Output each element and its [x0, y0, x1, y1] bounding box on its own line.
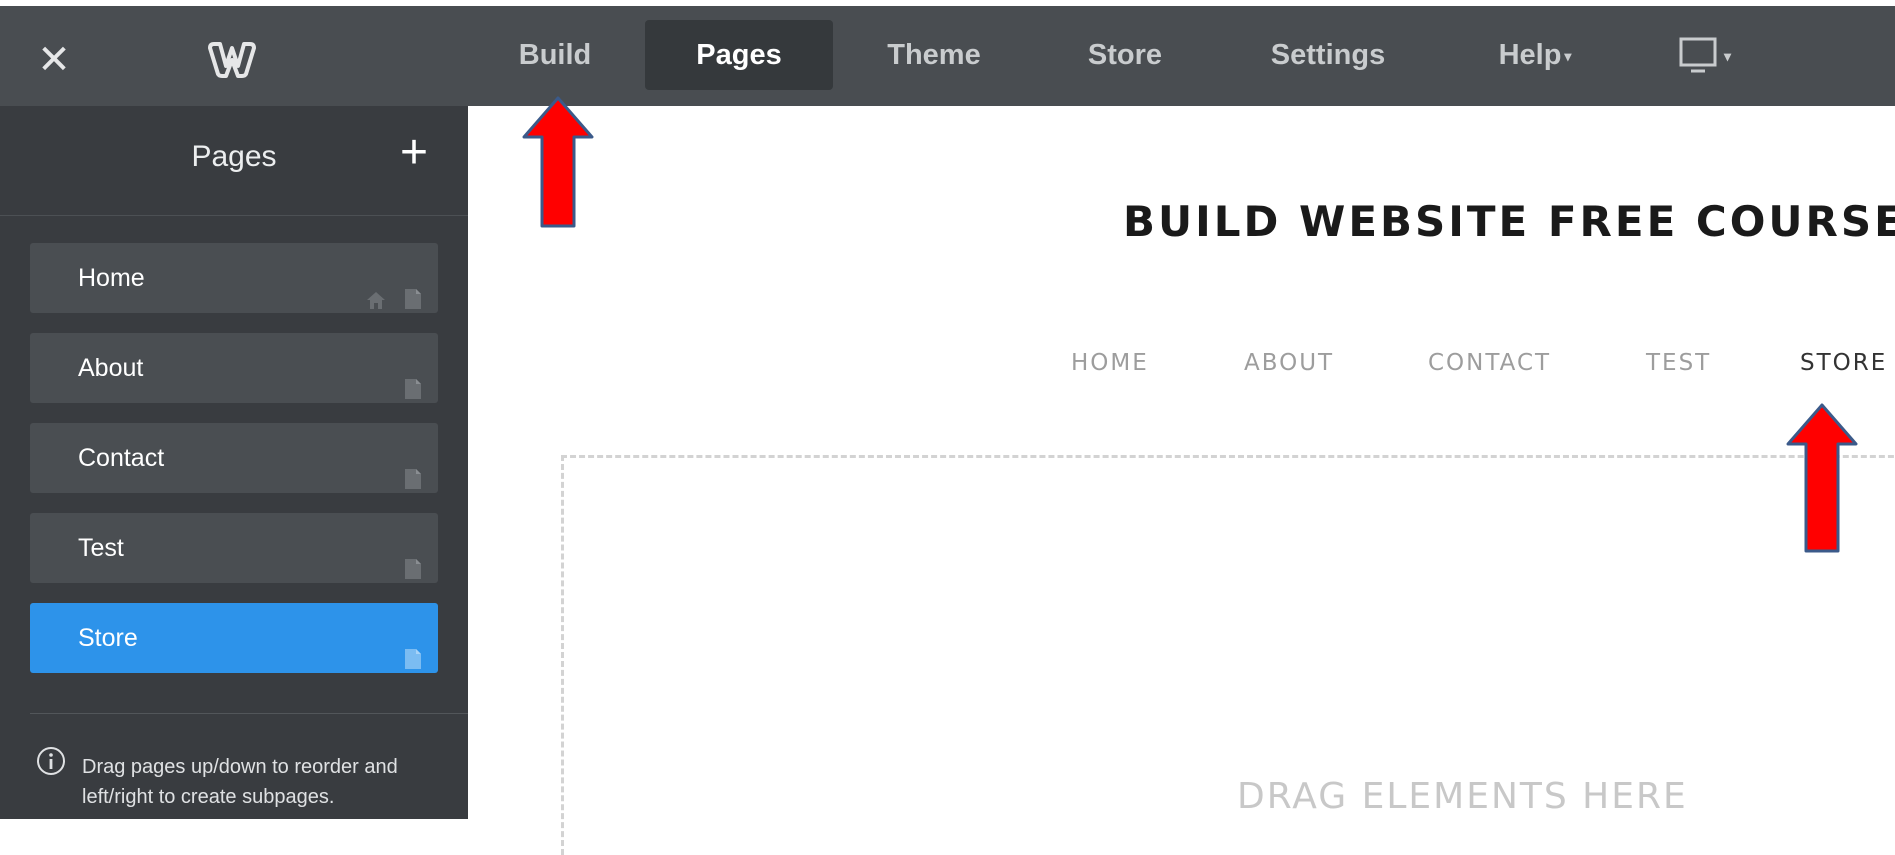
tab-build[interactable]: Build [505, 20, 605, 90]
tab-theme[interactable]: Theme [872, 20, 996, 90]
annotation-arrow-up-icon [522, 96, 594, 228]
page-icon [405, 469, 421, 489]
close-icon[interactable]: ✕ [34, 40, 74, 80]
sidebar-divider [30, 713, 468, 714]
annotation-arrow-up-icon [1786, 403, 1858, 553]
tab-pages[interactable]: Pages [645, 20, 833, 90]
site-title[interactable]: BUILD WEBSITE FREE COURSE [1123, 197, 1895, 246]
editor-topbar: ✕ Build Pages Theme Store Settings Help ▾… [0, 0, 1895, 106]
info-icon [37, 747, 65, 775]
page-icon [405, 379, 421, 399]
site-nav-contact[interactable]: CONTACT [1428, 350, 1551, 376]
page-item-label: Test [78, 534, 124, 562]
sidebar-help-text: Drag pages up/down to reorder and left/r… [82, 756, 398, 808]
site-nav-about[interactable]: ABOUT [1244, 350, 1334, 376]
chevron-down-icon: ▾ [1723, 48, 1732, 65]
tab-help[interactable]: Help ▾ [1485, 20, 1585, 90]
page-item-label: Contact [78, 444, 165, 472]
tab-store[interactable]: Store [1075, 20, 1175, 90]
site-nav-test[interactable]: TEST [1646, 350, 1711, 376]
page-item-label: Home [78, 264, 145, 292]
sidebar-header: Pages + [0, 106, 468, 216]
page-item-about[interactable]: About [30, 333, 438, 403]
tab-settings[interactable]: Settings [1258, 20, 1398, 90]
drop-zone-label: DRAG ELEMENTS HERE [1237, 776, 1688, 817]
pages-sidebar: Pages + Home About Contact Test Store Dr… [0, 106, 468, 819]
page-item-label: Store [78, 624, 138, 652]
page-item-home[interactable]: Home [30, 243, 438, 313]
drop-zone[interactable] [561, 455, 1895, 855]
page-item-store[interactable]: Store [30, 603, 438, 673]
page-item-label: About [78, 354, 144, 382]
home-icon [367, 292, 386, 309]
device-preview-button[interactable]: ▾ [1670, 20, 1740, 90]
desktop-monitor-icon [1679, 37, 1717, 73]
add-page-button[interactable]: + [394, 128, 434, 178]
page-item-contact[interactable]: Contact [30, 423, 438, 493]
page-item-test[interactable]: Test [30, 513, 438, 583]
chevron-down-icon: ▾ [1564, 48, 1572, 65]
site-nav-home[interactable]: HOME [1071, 350, 1149, 376]
site-nav-store[interactable]: STORE [1800, 350, 1887, 376]
help-label: Help [1498, 39, 1562, 71]
page-icon [405, 559, 421, 579]
page-icon [405, 649, 421, 669]
page-icon [405, 289, 421, 309]
weebly-w-icon[interactable] [206, 40, 258, 80]
